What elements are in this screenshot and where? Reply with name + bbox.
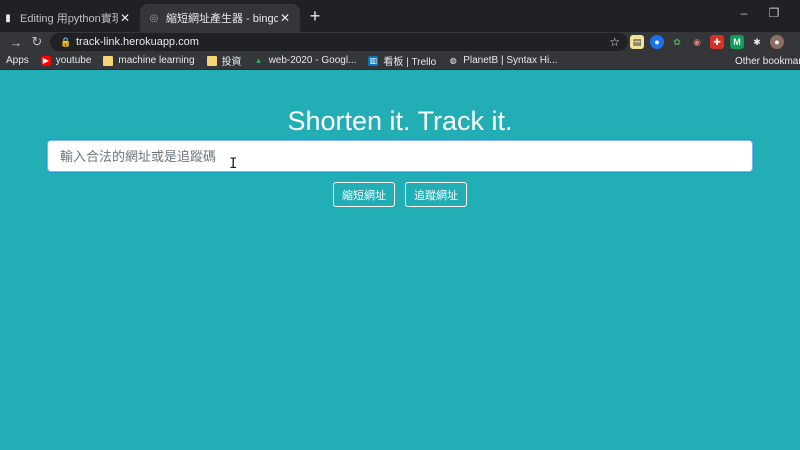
- globe-icon: ◎: [149, 12, 159, 24]
- bookmark-machine-learning[interactable]: machine learning: [103, 55, 195, 66]
- text-cursor-icon: I: [229, 156, 238, 172]
- extensions-area: ▤ ● ✿ ◉ ✚ M ✱ ●: [630, 34, 784, 50]
- lock-icon: 🔒: [60, 36, 72, 47]
- restore-icon[interactable]: ❐: [766, 6, 782, 20]
- react-extension-icon[interactable]: ✚: [710, 35, 724, 49]
- notes-extension-icon[interactable]: ▤: [630, 35, 644, 49]
- bookmark-planetb[interactable]: ◍ PlanetB | Syntax Hi...: [448, 55, 558, 66]
- trello-icon: ▥: [368, 55, 379, 66]
- bookmark-investment[interactable]: 投資: [206, 53, 242, 68]
- minimize-icon[interactable]: –: [736, 6, 752, 20]
- profile-avatar[interactable]: ●: [770, 35, 784, 49]
- bookmark-star-icon[interactable]: ☆: [609, 35, 620, 49]
- bookmark-youtube[interactable]: ▶ youtube: [40, 55, 92, 66]
- tab-url-shortener[interactable]: ◎ 縮短網址產生器 - bingcheng ✕: [140, 4, 300, 32]
- tab-editing[interactable]: ▮ Editing 用python實現縮短網址 ✕: [0, 4, 140, 32]
- tab-strip: ▮ Editing 用python實現縮短網址 ✕ ◎ 縮短網址產生器 - bi…: [0, 0, 800, 32]
- bookmarks-bar: Apps ▶ youtube machine learning 投資 ▲ web…: [0, 52, 800, 70]
- address-bar[interactable]: 🔒 track-link.herokuapp.com ☆: [50, 33, 628, 51]
- puzzle-extensions-icon[interactable]: ✱: [750, 35, 764, 49]
- forward-arrow-icon[interactable]: →: [8, 34, 24, 50]
- m-extension-icon[interactable]: M: [730, 35, 744, 49]
- blue-extension-icon[interactable]: ●: [650, 35, 664, 49]
- close-icon[interactable]: ✕: [118, 11, 132, 25]
- red-extension-icon[interactable]: ◉: [690, 35, 704, 49]
- other-bookmarks[interactable]: Other bookmar: [730, 52, 800, 70]
- bookmark-web-2020[interactable]: ▲ web-2020 - Googl...: [254, 55, 357, 66]
- browser-toolbar: → ↻ 🔒 track-link.herokuapp.com ☆ ▤ ● ✿ ◉…: [0, 32, 800, 52]
- reload-icon[interactable]: ↻: [29, 34, 45, 50]
- tab-title: Editing 用python實現縮短網址: [20, 13, 118, 25]
- track-url-button[interactable]: 追蹤網址: [405, 182, 467, 207]
- action-buttons: 縮短網址 追蹤網址: [0, 182, 800, 207]
- bookmark-label: web-2020 - Googl...: [268, 55, 357, 66]
- bookmark-apps[interactable]: Apps: [6, 55, 29, 66]
- bookmark-label: PlanetB | Syntax Hi...: [463, 55, 558, 66]
- bookmark-label: machine learning: [118, 55, 195, 66]
- google-drive-icon: ▲: [254, 56, 263, 65]
- bookmark-label: 看板 | Trello: [383, 57, 437, 68]
- other-bookmarks-label: Other bookmar: [735, 55, 800, 67]
- bookmark-trello[interactable]: ▥ 看板 | Trello: [368, 53, 436, 68]
- bookmark-label: youtube: [55, 55, 92, 66]
- address-url: track-link.herokuapp.com: [76, 36, 199, 48]
- globe-icon: ◍: [449, 56, 457, 65]
- page-title: Shorten it. Track it.: [287, 106, 513, 136]
- bookmark-label: 投資: [221, 57, 242, 68]
- page-content: Shorten it. Track it. I 縮短網址 追蹤網址: [0, 70, 800, 450]
- new-tab-button[interactable]: +: [306, 7, 324, 25]
- folder-icon: [206, 55, 217, 66]
- tab-title: 縮短網址產生器 - bingcheng: [166, 13, 278, 25]
- document-icon: ▮: [5, 12, 11, 24]
- youtube-icon: ▶: [40, 55, 51, 66]
- shorten-url-button[interactable]: 縮短網址: [333, 182, 395, 207]
- folder-icon: [103, 55, 114, 66]
- bookmark-label: Apps: [6, 55, 29, 66]
- close-icon[interactable]: ✕: [278, 11, 292, 25]
- green-extension-icon[interactable]: ✿: [670, 35, 684, 49]
- url-input[interactable]: [47, 140, 753, 172]
